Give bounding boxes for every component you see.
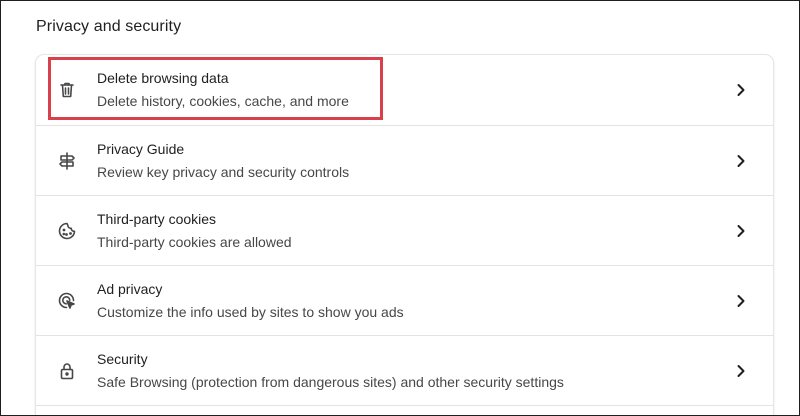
row-title: Security <box>97 351 148 367</box>
chevron-right-icon <box>733 221 749 241</box>
security-row[interactable]: Security Safe Browsing (protection from … <box>36 336 773 406</box>
ad-privacy-row[interactable]: Ad privacy Customize the info used by si… <box>36 266 773 336</box>
chevron-right-icon <box>733 291 749 311</box>
delete-browsing-data-row[interactable]: Delete browsing data Delete history, coo… <box>36 55 773 125</box>
chevron-right-icon <box>733 80 749 100</box>
privacy-guide-row[interactable]: Privacy Guide Review key privacy and sec… <box>36 126 773 196</box>
row-title: Delete browsing data <box>97 70 229 86</box>
row-title: Privacy Guide <box>97 141 185 157</box>
row-subtitle: Review key privacy and security controls <box>97 164 350 180</box>
ad-target-icon <box>56 290 78 312</box>
third-party-cookies-row[interactable]: Third-party cookies Third-party cookies … <box>36 196 773 266</box>
chevron-right-icon <box>733 151 749 171</box>
row-divider <box>36 405 773 406</box>
privacy-settings-card: Delete browsing data Delete history, coo… <box>36 55 773 415</box>
row-subtitle: Delete history, cookies, cache, and more <box>97 93 349 109</box>
chevron-right-icon <box>733 361 749 381</box>
section-title: Privacy and security <box>36 18 182 35</box>
row-title: Third-party cookies <box>97 211 217 227</box>
lock-icon <box>56 360 78 382</box>
row-subtitle: Customize the info used by sites to show… <box>97 304 404 320</box>
trash-icon <box>56 79 78 101</box>
settings-frame: Privacy and security Delete browsing dat… <box>0 0 800 416</box>
cookie-icon <box>56 220 78 242</box>
row-subtitle: Third-party cookies are allowed <box>97 234 292 250</box>
signpost-icon <box>56 150 78 172</box>
row-subtitle: Safe Browsing (protection from dangerous… <box>97 374 564 390</box>
row-title: Ad privacy <box>97 281 163 297</box>
